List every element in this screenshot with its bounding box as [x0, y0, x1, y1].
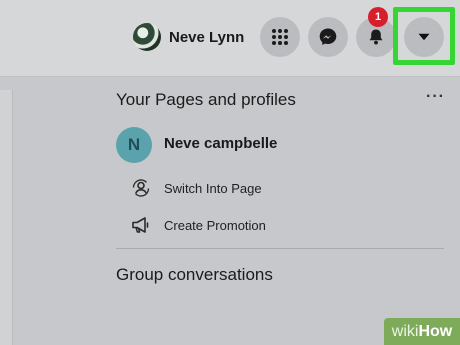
- highlight-box: [393, 7, 455, 65]
- avatar: [133, 23, 161, 51]
- page-name[interactable]: Neve campbelle: [164, 135, 277, 152]
- profile-name: Neve Lynn: [169, 28, 245, 46]
- bell-icon: [369, 29, 383, 45]
- page-avatar[interactable]: N: [116, 127, 152, 163]
- create-promotion-item[interactable]: Create Promotion: [130, 214, 266, 236]
- switch-profile-icon: [130, 178, 152, 198]
- pages-section-title: Your Pages and profiles: [116, 90, 296, 109]
- megaphone-icon: [130, 215, 152, 235]
- left-panel-edge: [0, 90, 13, 345]
- switch-into-page-label: Switch Into Page: [164, 180, 262, 196]
- notification-badge: 1: [368, 7, 388, 27]
- wikihow-watermark: wiki How: [384, 318, 460, 345]
- messenger-icon: [319, 28, 337, 45]
- section-divider: [116, 248, 444, 249]
- menu-button[interactable]: [260, 17, 300, 57]
- more-options-icon[interactable]: ···: [426, 88, 445, 106]
- profile-chip[interactable]: Neve Lynn: [133, 20, 244, 54]
- messenger-button[interactable]: [308, 17, 348, 57]
- group-conversations-title: Group conversations: [116, 265, 273, 284]
- switch-into-page-item[interactable]: Switch Into Page: [130, 177, 262, 199]
- create-promotion-label: Create Promotion: [164, 217, 266, 233]
- menu-grid-icon: [272, 29, 288, 45]
